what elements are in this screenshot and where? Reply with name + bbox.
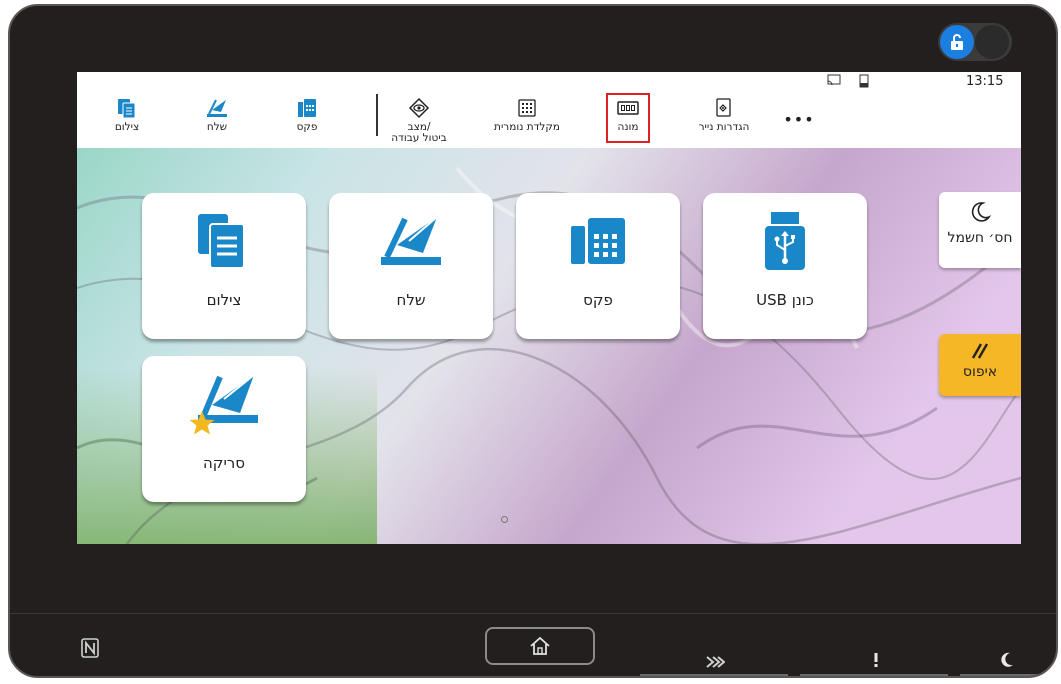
page-indicator-dot[interactable] (501, 516, 508, 523)
fast-forward-icon (705, 654, 726, 673)
keypad-icon (515, 96, 539, 120)
tile-copy-label: צילום (206, 291, 242, 309)
bezel-divider (10, 613, 1056, 614)
device-status-icon (859, 74, 869, 91)
status-indicator-bar-data (640, 674, 788, 676)
lock-open-icon (940, 25, 974, 59)
device-bezel: 13:15 צילום שלח פקס מצב/ ביטול עבודה מקל… (8, 4, 1058, 678)
counter-icon (616, 96, 640, 120)
reset-icon (971, 343, 989, 359)
reset-label: איפוס (962, 364, 998, 380)
tile-scan-label: סריקה (203, 454, 245, 472)
reset-button[interactable]: איפוס (939, 334, 1021, 396)
send-icon (329, 193, 493, 289)
moon-icon (1000, 652, 1014, 672)
toolbar-counter-label: מונה (617, 121, 639, 133)
home-button[interactable] (485, 627, 595, 665)
clock: 13:15 (966, 74, 1004, 89)
toolbar-keypad-label: מקלדת נומרית (494, 121, 560, 133)
nfc-icon (81, 638, 99, 663)
toolbar-counter[interactable]: מונה (598, 96, 658, 133)
toolbar-copy[interactable]: צילום (97, 96, 157, 133)
more-icon: ••• (783, 110, 815, 129)
touch-screen: 13:15 צילום שלח פקס מצב/ ביטול עבודה מקל… (77, 72, 1021, 544)
status-indicator-bar-power (960, 674, 1050, 676)
toolbar-status-label-2: ביטול עבודה (391, 132, 447, 144)
energy-saver-label: חס׳ חשמל (947, 230, 1013, 246)
toolbar-status-job-cancel[interactable]: מצב/ ביטול עבודה (379, 96, 459, 144)
top-toolbar: 13:15 צילום שלח פקס מצב/ ביטול עבודה מקל… (77, 72, 1021, 148)
tile-copy[interactable]: צילום (142, 193, 306, 339)
copy-icon (142, 193, 306, 289)
tile-scan[interactable]: סריקה (142, 356, 306, 502)
paper-settings-icon (712, 96, 736, 120)
fax-icon (295, 96, 319, 120)
toolbar-numeric-keypad[interactable]: מקלדת נומרית (482, 96, 572, 133)
moon-icon (971, 202, 992, 222)
usb-icon (703, 193, 867, 289)
scan-icon (142, 356, 306, 452)
eye-icon (407, 96, 431, 120)
toolbar-copy-label: צילום (114, 121, 140, 133)
toolbar-send[interactable]: שלח (187, 96, 247, 133)
toolbar-send-label: שלח (206, 121, 228, 133)
fax-icon (516, 193, 680, 289)
toolbar-paper-settings-label: הגדרות נייר (698, 121, 750, 133)
alert-icon (872, 652, 880, 672)
toolbar-fax-label: פקס (296, 121, 318, 133)
tile-fax-label: פקס (583, 291, 613, 309)
lock-toggle-track (975, 25, 1009, 59)
toolbar-paper-settings[interactable]: הגדרות נייר (689, 96, 759, 133)
lock-toggle[interactable] (938, 23, 1012, 61)
toolbar-fax[interactable]: פקס (277, 96, 337, 133)
toolbar-more-button[interactable]: ••• (774, 110, 824, 129)
tile-usb-drive-label: USB כונן (756, 291, 814, 309)
send-icon (205, 96, 229, 120)
copy-icon (115, 96, 139, 120)
tile-fax[interactable]: פקס (516, 193, 680, 339)
toolbar-separator (376, 94, 378, 136)
cast-icon (827, 74, 841, 89)
energy-saver-button[interactable]: חס׳ חשמל (939, 192, 1021, 268)
tile-send[interactable]: שלח (329, 193, 493, 339)
tile-usb-drive[interactable]: USB כונן (703, 193, 867, 339)
status-indicator-bar-error (800, 674, 948, 676)
tile-send-label: שלח (396, 291, 426, 309)
home-icon (530, 636, 550, 655)
